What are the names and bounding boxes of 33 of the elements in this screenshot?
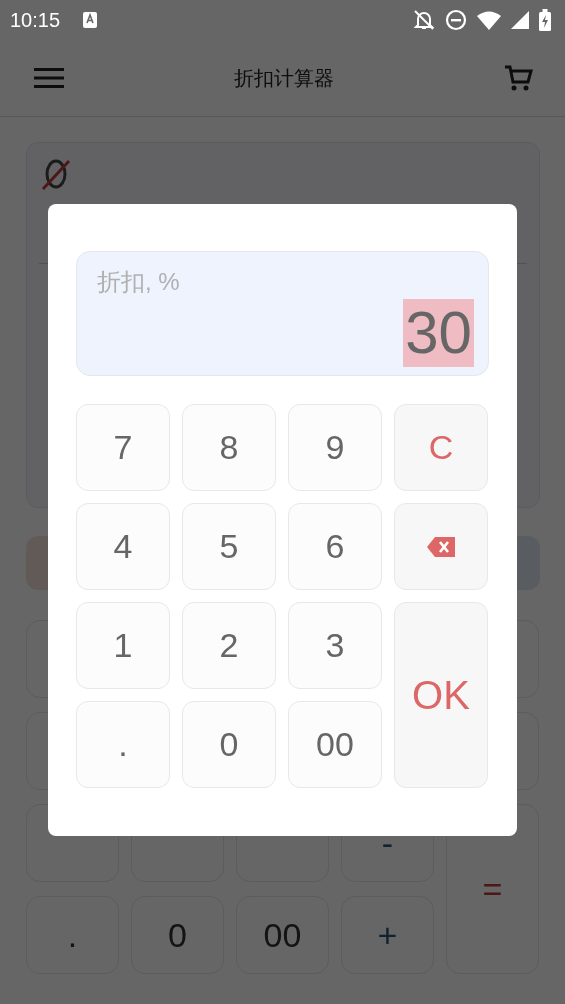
key-button[interactable]: 9 [288, 404, 382, 491]
status-time: 10:15 [10, 8, 61, 32]
do-not-disturb-icon [445, 9, 467, 31]
key-button[interactable]: 0 [182, 701, 276, 788]
key-button[interactable]: 7 [76, 404, 170, 491]
key-button[interactable]: . [76, 701, 170, 788]
key-button[interactable]: 00 [288, 701, 382, 788]
backspace-icon [427, 536, 455, 557]
cart-icon [503, 63, 533, 93]
signal-icon [511, 11, 529, 29]
app-title: 折扣计算器 [233, 65, 334, 91]
empty-set-icon [41, 157, 71, 191]
keyboard-icon [82, 11, 99, 29]
key-button[interactable]: 6 [288, 503, 382, 590]
key-button[interactable]: 3 [288, 602, 382, 689]
backspace-button[interactable] [394, 503, 488, 590]
bell-off-icon [413, 9, 435, 31]
clear-button[interactable]: C [394, 404, 488, 491]
menu-icon [34, 67, 64, 89]
wifi-icon [477, 10, 501, 30]
ok-button[interactable]: OK [394, 602, 488, 788]
key-button[interactable]: 5 [182, 503, 276, 590]
key-button[interactable]: 8 [182, 404, 276, 491]
key-button[interactable]: 0 [131, 896, 224, 974]
field-value: 30 [403, 299, 474, 367]
field-label: 折扣, % [97, 267, 181, 297]
key-button[interactable]: 00 [236, 896, 329, 974]
battery-icon [539, 9, 551, 31]
key-button[interactable]: . [26, 896, 119, 974]
key-button[interactable]: 4 [76, 503, 170, 590]
discount-field[interactable]: 折扣, % 30 [76, 251, 489, 376]
key-button[interactable]: 1 [76, 602, 170, 689]
key-button[interactable]: 2 [182, 602, 276, 689]
